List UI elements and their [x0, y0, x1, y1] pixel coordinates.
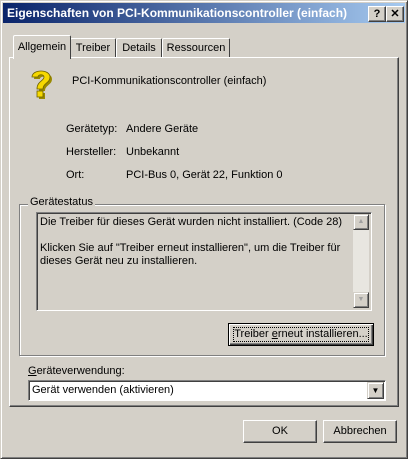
title-bar[interactable]: Eigenschaften von PCI-Kommunikationscont…: [3, 3, 405, 23]
tab-details[interactable]: Details: [116, 38, 162, 58]
status-message: Die Treiber für dieses Gerät wurden nich…: [40, 216, 350, 268]
cancel-button[interactable]: Abbrechen: [323, 420, 397, 443]
device-usage-label: Geräteverwendung:: [28, 365, 125, 377]
device-type-label: Gerätetyp:: [66, 123, 118, 135]
close-icon: ✕: [390, 8, 400, 20]
focus-rect: [233, 327, 369, 342]
status-line-hint: Klicken Sie auf "Treiber erneut installi…: [40, 242, 341, 267]
help-button[interactable]: ?: [368, 6, 386, 22]
location-value: PCI-Bus 0, Gerät 22, Funktion 0: [126, 169, 283, 181]
dropdown-arrow-icon[interactable]: ▼: [367, 382, 384, 399]
tab-allgemein[interactable]: Allgemein: [13, 35, 71, 59]
device-usage-select[interactable]: Gerät verwenden (aktivieren) ▼: [28, 380, 386, 401]
scroll-up-button[interactable]: ▲: [353, 214, 369, 230]
device-usage-selected: Gerät verwenden (aktivieren): [32, 384, 174, 396]
status-scrollbar[interactable]: ▲ ▼: [353, 214, 369, 308]
reinstall-driver-button[interactable]: Treiber erneut installieren...: [228, 323, 374, 346]
device-status-title: Gerätestatus: [28, 196, 95, 208]
status-line-code: Die Treiber für dieses Gerät wurden nich…: [40, 216, 343, 228]
location-label: Ort:: [66, 169, 85, 181]
close-button[interactable]: ✕: [386, 6, 404, 22]
device-name: PCI-Kommunikationscontroller (einfach): [72, 75, 267, 87]
manufacturer-value: Unbekannt: [126, 146, 180, 158]
manufacturer-label: Hersteller:: [66, 146, 117, 158]
device-status-textbox[interactable]: Die Treiber für dieses Gerät wurden nich…: [36, 212, 372, 311]
ok-button[interactable]: OK: [243, 420, 317, 443]
window-title: Eigenschaften von PCI-Kommunikationscont…: [7, 6, 348, 20]
tab-treiber[interactable]: Treiber: [70, 38, 116, 58]
question-mark-icon: [26, 66, 56, 102]
tab-ressourcen[interactable]: Ressourcen: [162, 38, 230, 58]
device-type-value: Andere Geräte: [126, 123, 199, 135]
scroll-down-button[interactable]: ▼: [353, 292, 369, 308]
